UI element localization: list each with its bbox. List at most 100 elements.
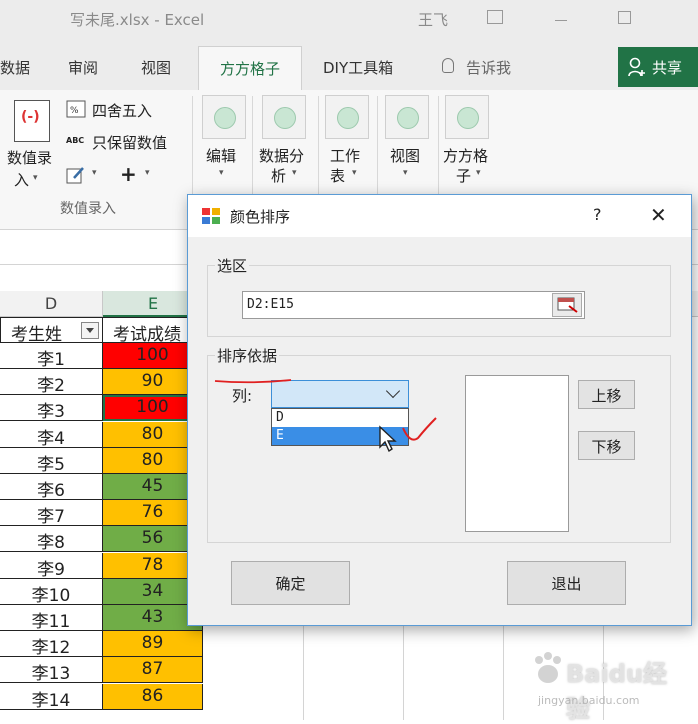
name-cell[interactable]: 李14 (0, 683, 103, 711)
name-cell[interactable]: 李11 (0, 605, 103, 632)
watermark-text: Baidu经验 (566, 660, 667, 723)
plus-icon[interactable]: + (120, 162, 137, 186)
column-select[interactable] (271, 380, 409, 408)
tell-me-search[interactable]: 告诉我 (466, 57, 511, 78)
range-group-title: 选区 (215, 255, 250, 276)
minimize-icon[interactable] (555, 20, 567, 21)
name-cell[interactable]: 李12 (0, 631, 103, 658)
fangfanggezi-button[interactable]: 方方格 (443, 146, 488, 166)
svg-text:%: % (70, 106, 79, 116)
table-row: 李10 34 (0, 578, 203, 606)
share-button[interactable]: 共享 (618, 47, 698, 87)
table-row: 李1 100 (0, 343, 203, 370)
paw-logo-icon (535, 652, 561, 683)
name-cell[interactable]: 李10 (0, 578, 103, 606)
chevron-down-icon[interactable]: ▾ (145, 168, 150, 178)
score-cell[interactable]: 89 (103, 631, 203, 658)
tab-diy-toolbox[interactable]: DIY工具箱 (323, 57, 393, 78)
edit-cell-icon[interactable] (66, 166, 86, 184)
range-input[interactable]: D2:E15 (242, 291, 585, 319)
name-cell[interactable]: 李1 (0, 343, 103, 370)
table-row: 李7 76 (0, 500, 203, 527)
chevron-down-icon[interactable]: ▾ (92, 168, 97, 178)
ok-button[interactable]: 确定 (231, 561, 350, 605)
mouse-cursor-icon (379, 425, 397, 453)
chevron-down-icon[interactable]: ▾ (476, 168, 481, 178)
tab-fangfanggezi[interactable]: 方方格子 (198, 46, 302, 91)
tab-view[interactable]: 视图 (141, 57, 171, 78)
chevron-down-icon[interactable]: ▾ (403, 168, 408, 178)
move-up-button[interactable]: 上移 (578, 380, 635, 409)
score-cell[interactable]: 87 (103, 657, 203, 684)
color-sort-dialog: 颜色排序 ? ✕ 选区 D2:E15 排序依据 列: D E 上移 下移 确定 … (187, 194, 692, 626)
table-row: 李12 89 (0, 631, 203, 658)
chevron-down-icon[interactable]: ▾ (292, 168, 297, 178)
exit-button[interactable]: 退出 (507, 561, 626, 605)
chevron-down-icon[interactable]: ▾ (33, 173, 38, 183)
name-cell[interactable]: 李13 (0, 657, 103, 684)
dialog-title: 颜色排序 (230, 208, 291, 226)
red-checkmark-annotation (402, 417, 437, 441)
column-header-d[interactable]: D (0, 291, 103, 317)
data-analysis-button[interactable]: 数据分 (259, 146, 304, 166)
help-button[interactable]: ? (593, 205, 602, 224)
ribbon-tab-bar: 数据 审阅 视图 方方格子 DIY工具箱 告诉我 共享 (0, 40, 698, 91)
table-row: 李11 43 (0, 605, 203, 632)
name-cell[interactable]: 李9 (0, 552, 103, 580)
table-row: 李5 80 (0, 447, 203, 475)
move-down-button[interactable]: 下移 (578, 431, 635, 460)
title-bar: 写未尾.xlsx - Excel 王飞 (0, 0, 698, 40)
red-underline-annotation (214, 379, 292, 384)
sort-order-list[interactable] (465, 375, 569, 532)
header-name-text: 考生姓 (11, 325, 62, 345)
header-cell-name[interactable]: 考生姓 (0, 317, 103, 345)
worksheet-label-2[interactable]: 表 (330, 166, 345, 186)
lightbulb-icon (442, 58, 454, 73)
name-cell[interactable]: 李6 (0, 474, 103, 501)
filter-dropdown-icon[interactable] (81, 322, 99, 339)
data-analysis-label-2[interactable]: 析 (271, 166, 286, 186)
value-entry-icon[interactable]: (-) (14, 100, 50, 142)
window-title: 写未尾.xlsx - Excel (70, 11, 205, 29)
view-button[interactable]: 视图 (390, 146, 420, 166)
tab-data[interactable]: 数据 (0, 57, 30, 78)
dialog-title-bar: 颜色排序 ? ✕ (188, 195, 691, 237)
range-picker-button[interactable] (552, 293, 582, 317)
data-analysis-icon[interactable] (262, 95, 306, 139)
edit-button[interactable]: 编辑 (206, 146, 236, 166)
round-button[interactable]: 四舍五入 (92, 100, 152, 121)
range-select-icon (557, 297, 578, 313)
name-cell[interactable]: 李8 (0, 526, 103, 553)
name-cell[interactable]: 李4 (0, 421, 103, 449)
name-cell[interactable]: 李5 (0, 447, 103, 475)
name-cell[interactable]: 李2 (0, 369, 103, 396)
table-row: 李3 100 (0, 395, 203, 422)
share-label: 共享 (652, 59, 683, 77)
user-name[interactable]: 王飞 (418, 9, 448, 30)
group-label-value-entry: 数值录入 (60, 201, 116, 217)
ribbon-display-options-icon[interactable] (487, 10, 503, 24)
close-icon[interactable]: ✕ (650, 203, 667, 227)
table-row: 李2 90 (0, 369, 203, 396)
name-cell[interactable]: 李7 (0, 500, 103, 527)
chevron-down-icon[interactable]: ▾ (352, 168, 357, 178)
maximize-icon[interactable] (618, 11, 631, 24)
edit-icon[interactable] (202, 95, 246, 139)
worksheet-button[interactable]: 工作 (330, 146, 360, 166)
name-cell[interactable]: 李3 (0, 395, 103, 422)
fangfanggezi-label-2[interactable]: 子 (456, 166, 471, 186)
worksheet-icon[interactable] (325, 95, 369, 139)
table-row: 李6 45 (0, 474, 203, 501)
value-entry-label-2[interactable]: 入 (14, 169, 29, 190)
abc-icon: ABC (66, 136, 85, 145)
keep-values-button[interactable]: 只保留数值 (92, 132, 167, 153)
score-cell[interactable]: 86 (103, 683, 203, 710)
column-label: 列: (232, 387, 253, 405)
table-row: 李14 86 (0, 683, 203, 711)
value-entry-label[interactable]: 数值录 (7, 147, 52, 168)
view-icon[interactable] (385, 95, 429, 139)
baidu-watermark: Baidu经验 jingyan.baidu.com (530, 650, 690, 723)
fangfanggezi-icon[interactable] (445, 95, 489, 139)
chevron-down-icon[interactable]: ▾ (219, 168, 224, 178)
tab-review[interactable]: 审阅 (68, 57, 98, 78)
